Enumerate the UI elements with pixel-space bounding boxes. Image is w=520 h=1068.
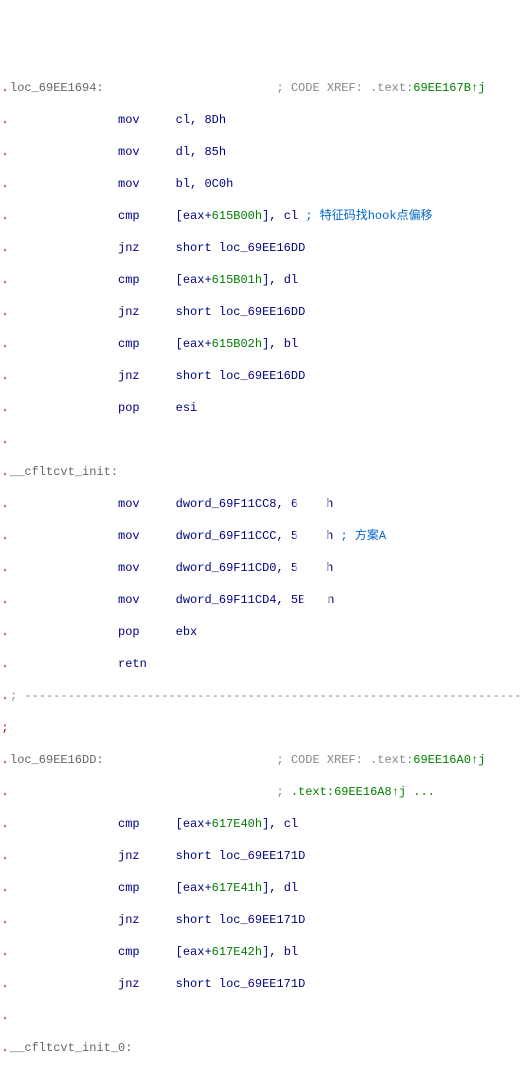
separator: .; -------------------------------------…	[0, 688, 520, 704]
asm-line: . mov cl, 8Dh	[0, 112, 520, 128]
asm-line: . jnz short loc_69EE16DD	[0, 368, 520, 384]
asm-line: . mov dl, 85h	[0, 144, 520, 160]
comment: ; 特征码找hook点偏移	[305, 209, 432, 223]
asm-line: . mov dword_69F11CD0, 5h	[0, 560, 520, 576]
xref-comment: ; CODE XREF: .text:69EE167B↑j	[276, 81, 485, 95]
asm-line: . retn	[0, 656, 520, 672]
blank-line: ;	[0, 720, 520, 736]
asm-line: . mov bl, 0C0h	[0, 176, 520, 192]
asm-line: . mov dword_69F11CC8, 6h	[0, 496, 520, 512]
asm-line: . jnz short loc_69EE16DD	[0, 304, 520, 320]
asm-line: . mov dword_69F11CCC, 5h ; 方案A	[0, 528, 520, 544]
xref-comment: ; CODE XREF: .text:69EE16A0↑j	[276, 753, 485, 767]
asm-line: . cmp [eax+615B02h], bl	[0, 336, 520, 352]
asm-line: .__cfltcvt_init:	[0, 464, 520, 480]
offset: 615B00h	[212, 209, 262, 223]
disassembly-listing: .loc_69EE1694: ; CODE XREF: .text:69EE16…	[0, 64, 520, 1068]
comment: ; 方案A	[340, 529, 386, 543]
asm-line: . pop ebx	[0, 624, 520, 640]
asm-line: .loc_69EE16DD: ; CODE XREF: .text:69EE16…	[0, 752, 520, 768]
label-init2: __cfltcvt_init_0:	[10, 1041, 132, 1055]
asm-line: . jnz short loc_69EE16DD	[0, 240, 520, 256]
redacted-value	[305, 593, 327, 604]
asm-line: . cmp [eax+617E42h], bl	[0, 944, 520, 960]
asm-line: . mov dword_69F11CD4, 5En	[0, 592, 520, 608]
blank-line: .	[0, 432, 520, 448]
blank-line: .	[0, 1008, 520, 1024]
redacted-value	[298, 529, 326, 540]
xref-comment: ; .text:69EE16A8↑j ...	[276, 785, 434, 799]
gutter-mark: .	[0, 80, 10, 96]
asm-line: . jnz short loc_69EE171D	[0, 848, 520, 864]
label-loc1: loc_69EE1694:	[10, 81, 104, 95]
asm-line: . cmp [eax+615B01h], dl	[0, 272, 520, 288]
label-loc2: loc_69EE16DD:	[10, 753, 104, 767]
asm-line: .loc_69EE1694: ; CODE XREF: .text:69EE16…	[0, 80, 520, 96]
asm-line: . cmp [eax+617E41h], dl	[0, 880, 520, 896]
redacted-value	[298, 497, 326, 508]
mnemonic: mov	[118, 113, 140, 127]
asm-line: . cmp [eax+615B00h], cl ; 特征码找hook点偏移	[0, 208, 520, 224]
asm-line: . ; .text:69EE16A8↑j ...	[0, 784, 520, 800]
label-init1: __cfltcvt_init:	[10, 465, 118, 479]
asm-line: .__cfltcvt_init_0:	[0, 1040, 520, 1056]
asm-line: . jnz short loc_69EE171D	[0, 976, 520, 992]
asm-line: . pop esi	[0, 400, 520, 416]
asm-line: . cmp [eax+617E40h], cl	[0, 816, 520, 832]
asm-line: . jnz short loc_69EE171D	[0, 912, 520, 928]
operands: cl, 8Dh	[176, 113, 226, 127]
redacted-value	[298, 561, 326, 572]
